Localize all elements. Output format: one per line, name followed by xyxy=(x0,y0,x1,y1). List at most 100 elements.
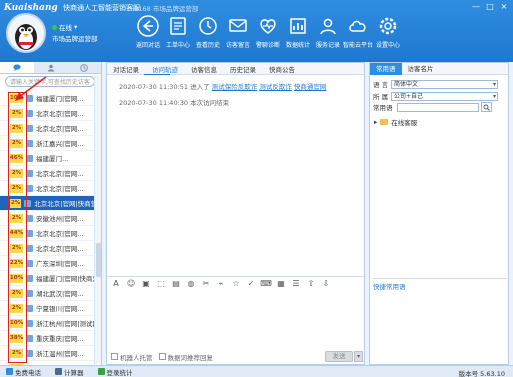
visitor-row[interactable]: 2% 北京北京|官网... xyxy=(0,241,94,256)
visitor-row[interactable]: 22% 广东深圳|官网... xyxy=(0,256,94,271)
visitor-source-icon xyxy=(26,289,33,297)
list-icon[interactable]: ☰ xyxy=(291,279,301,289)
recommend-label: 数据词推荐回复 xyxy=(167,353,214,362)
file-icon[interactable]: ▤ xyxy=(171,279,181,289)
ticket-icon xyxy=(170,17,186,35)
visitor-source-icon xyxy=(26,274,33,282)
visitor-list-scrollbar[interactable] xyxy=(94,75,101,364)
track-link[interactable]: 测试反欺诈 xyxy=(259,83,292,91)
nav-visitor-message[interactable]: 访客留言 xyxy=(223,15,253,49)
free-call-button[interactable]: 免费电话 xyxy=(6,367,41,377)
visitor-row[interactable]: 2% 北京北京|官网|快商营... xyxy=(0,196,94,211)
history-icon xyxy=(199,17,217,35)
tab-chatting[interactable] xyxy=(0,62,34,73)
online-status[interactable]: 在线 ▾ xyxy=(52,22,77,32)
recommend-checkbox[interactable] xyxy=(158,353,166,360)
visitor-row[interactable]: 2% 北京北京|官网... xyxy=(0,181,94,196)
tab-visitor-info[interactable]: 访客信息 xyxy=(191,64,217,74)
owner-select[interactable]: 公司+自己 ▾ xyxy=(391,91,498,101)
app-subtitle: 168168 市场品牌运营部 xyxy=(126,5,199,13)
tab-announcement[interactable]: 快商公告 xyxy=(269,64,295,74)
keyboard-icon[interactable]: ⌨ xyxy=(260,279,272,289)
scrollbar-thumb[interactable] xyxy=(96,243,101,277)
visitor-row[interactable]: 10% 浙江杭州|官网|测试网... xyxy=(0,316,94,331)
visitor-row[interactable]: 2% 北京北京|官网... xyxy=(0,121,94,136)
nav-statistics[interactable]: 数据统计 xyxy=(283,15,313,49)
image-icon[interactable]: ▣ xyxy=(141,279,151,289)
visitor-name: 福建厦门... xyxy=(36,155,69,163)
visitor-row[interactable]: 2% 安徽池州|官网... xyxy=(0,211,94,226)
visitor-source-icon xyxy=(26,214,33,222)
tab-visitor-card[interactable]: 访客名片 xyxy=(402,63,440,75)
visitor-name: 浙江杭州|官网|测试网... xyxy=(36,320,94,328)
tab-contacts[interactable] xyxy=(34,62,68,73)
grid-icon[interactable]: ▦ xyxy=(276,279,286,289)
tab-common-phrases[interactable]: 常用语 xyxy=(370,62,402,75)
tab-history[interactable] xyxy=(67,62,101,73)
track-link[interactable]: 快商通官网 xyxy=(294,83,327,91)
emoji-icon[interactable]: ☺ xyxy=(126,279,136,289)
send-button[interactable]: 发送 xyxy=(325,351,353,362)
visitor-name: 北京北京|官网... xyxy=(36,245,84,253)
visitor-row[interactable]: 10% 福建厦门|官网... xyxy=(0,91,94,106)
language-select[interactable]: 简体中文 ▾ xyxy=(391,79,498,89)
visitor-row[interactable]: 2% 北京北京|官网... xyxy=(0,166,94,181)
nav-label: 返回对话 xyxy=(135,42,160,49)
phrase-search-button[interactable] xyxy=(480,102,492,112)
visitor-row[interactable]: 2% 宁夏银川|官网... xyxy=(0,301,94,316)
minimize-button[interactable]: — xyxy=(471,2,481,11)
nav-label: 访客留言 xyxy=(225,42,250,49)
robot-checkbox[interactable] xyxy=(111,353,118,360)
phrase-tree-item[interactable]: ▸ 在线客服 xyxy=(374,117,417,127)
track-prefix: 进入了 xyxy=(190,83,210,91)
calculator-button[interactable]: 计算器 xyxy=(55,367,84,377)
chat-bubble-icon[interactable]: ◍ xyxy=(186,279,196,289)
tab-history-record[interactable]: 历史记录 xyxy=(230,64,256,74)
visitor-row[interactable]: 2% 浙江温州|官网... xyxy=(0,346,94,361)
nav-label: 智能云平台 xyxy=(343,42,374,49)
avatar[interactable] xyxy=(6,13,46,53)
send-options-dropdown[interactable]: ▾ xyxy=(354,351,363,362)
nav-back-to-chat[interactable]: 返回对话 xyxy=(133,15,163,49)
status-dot-icon xyxy=(52,24,57,30)
close-button[interactable]: × xyxy=(499,2,509,11)
match-percent-badge: 2% xyxy=(10,303,23,313)
message-icon xyxy=(229,19,247,32)
visitor-row[interactable]: 2% 北京北京|官网... xyxy=(0,106,94,121)
maximize-button[interactable]: □ xyxy=(485,2,495,11)
tab-chat-record[interactable]: 对话记录 xyxy=(113,64,139,74)
message-input[interactable] xyxy=(107,290,366,348)
font-icon[interactable]: A xyxy=(111,279,121,289)
scissors-icon[interactable]: ✂ xyxy=(201,279,211,289)
login-stats-button[interactable]: 登录统计 xyxy=(97,367,133,377)
nav-diagnosis[interactable]: 警聊诊断 xyxy=(253,15,283,49)
visitor-source-icon xyxy=(26,349,33,357)
nav-cloud-platform[interactable]: 智能云平台 xyxy=(343,15,373,49)
visitor-row[interactable]: 44% 北京北京|官网... xyxy=(0,226,94,241)
tree-expand-icon[interactable]: ▸ xyxy=(374,118,377,126)
star-icon[interactable]: ☆ xyxy=(231,279,241,289)
visitor-row[interactable]: 46% 福建厦门... xyxy=(0,151,94,166)
arrow-up-icon[interactable]: ⇧ xyxy=(306,279,316,289)
visitor-row[interactable]: 2% 湖北武汉|官网... xyxy=(0,286,94,301)
visitor-row[interactable]: 38% 重庆重庆|官网... xyxy=(0,331,94,346)
cut-icon[interactable]: ⌁ xyxy=(216,279,226,289)
visitor-row[interactable]: 2% 浙江嘉兴|官网... xyxy=(0,136,94,151)
nav-service-record[interactable]: 服务记录 xyxy=(313,15,343,49)
phrase-search-input[interactable] xyxy=(396,102,479,112)
nav-ticket-center[interactable]: 工单中心 xyxy=(163,15,193,49)
robot-label: 机器人托管 xyxy=(120,353,153,362)
track-link[interactable]: 测试保险反欺诈 xyxy=(212,83,258,91)
visitor-row[interactable]: 10% 福建厦门|官网|快商营... xyxy=(0,271,94,286)
check-icon[interactable]: ✓ xyxy=(246,279,256,289)
arrow-down-icon[interactable]: ⇩ xyxy=(321,279,331,289)
visitor-search-input[interactable]: 请输入关键字,可查找历史访客 xyxy=(5,76,95,87)
nav-settings[interactable]: 设置中心 xyxy=(373,15,403,49)
visitor-name: 湖北武汉|官网... xyxy=(36,290,84,298)
visitor-source-icon xyxy=(26,169,33,177)
tab-visit-track[interactable]: 访问轨迹 xyxy=(152,64,178,74)
record-icon xyxy=(320,18,336,35)
screenshot-icon[interactable]: ⬚ xyxy=(156,279,166,289)
nav-history[interactable]: 查看历史 xyxy=(193,15,223,49)
phrase-label: 常用语 xyxy=(373,104,393,112)
